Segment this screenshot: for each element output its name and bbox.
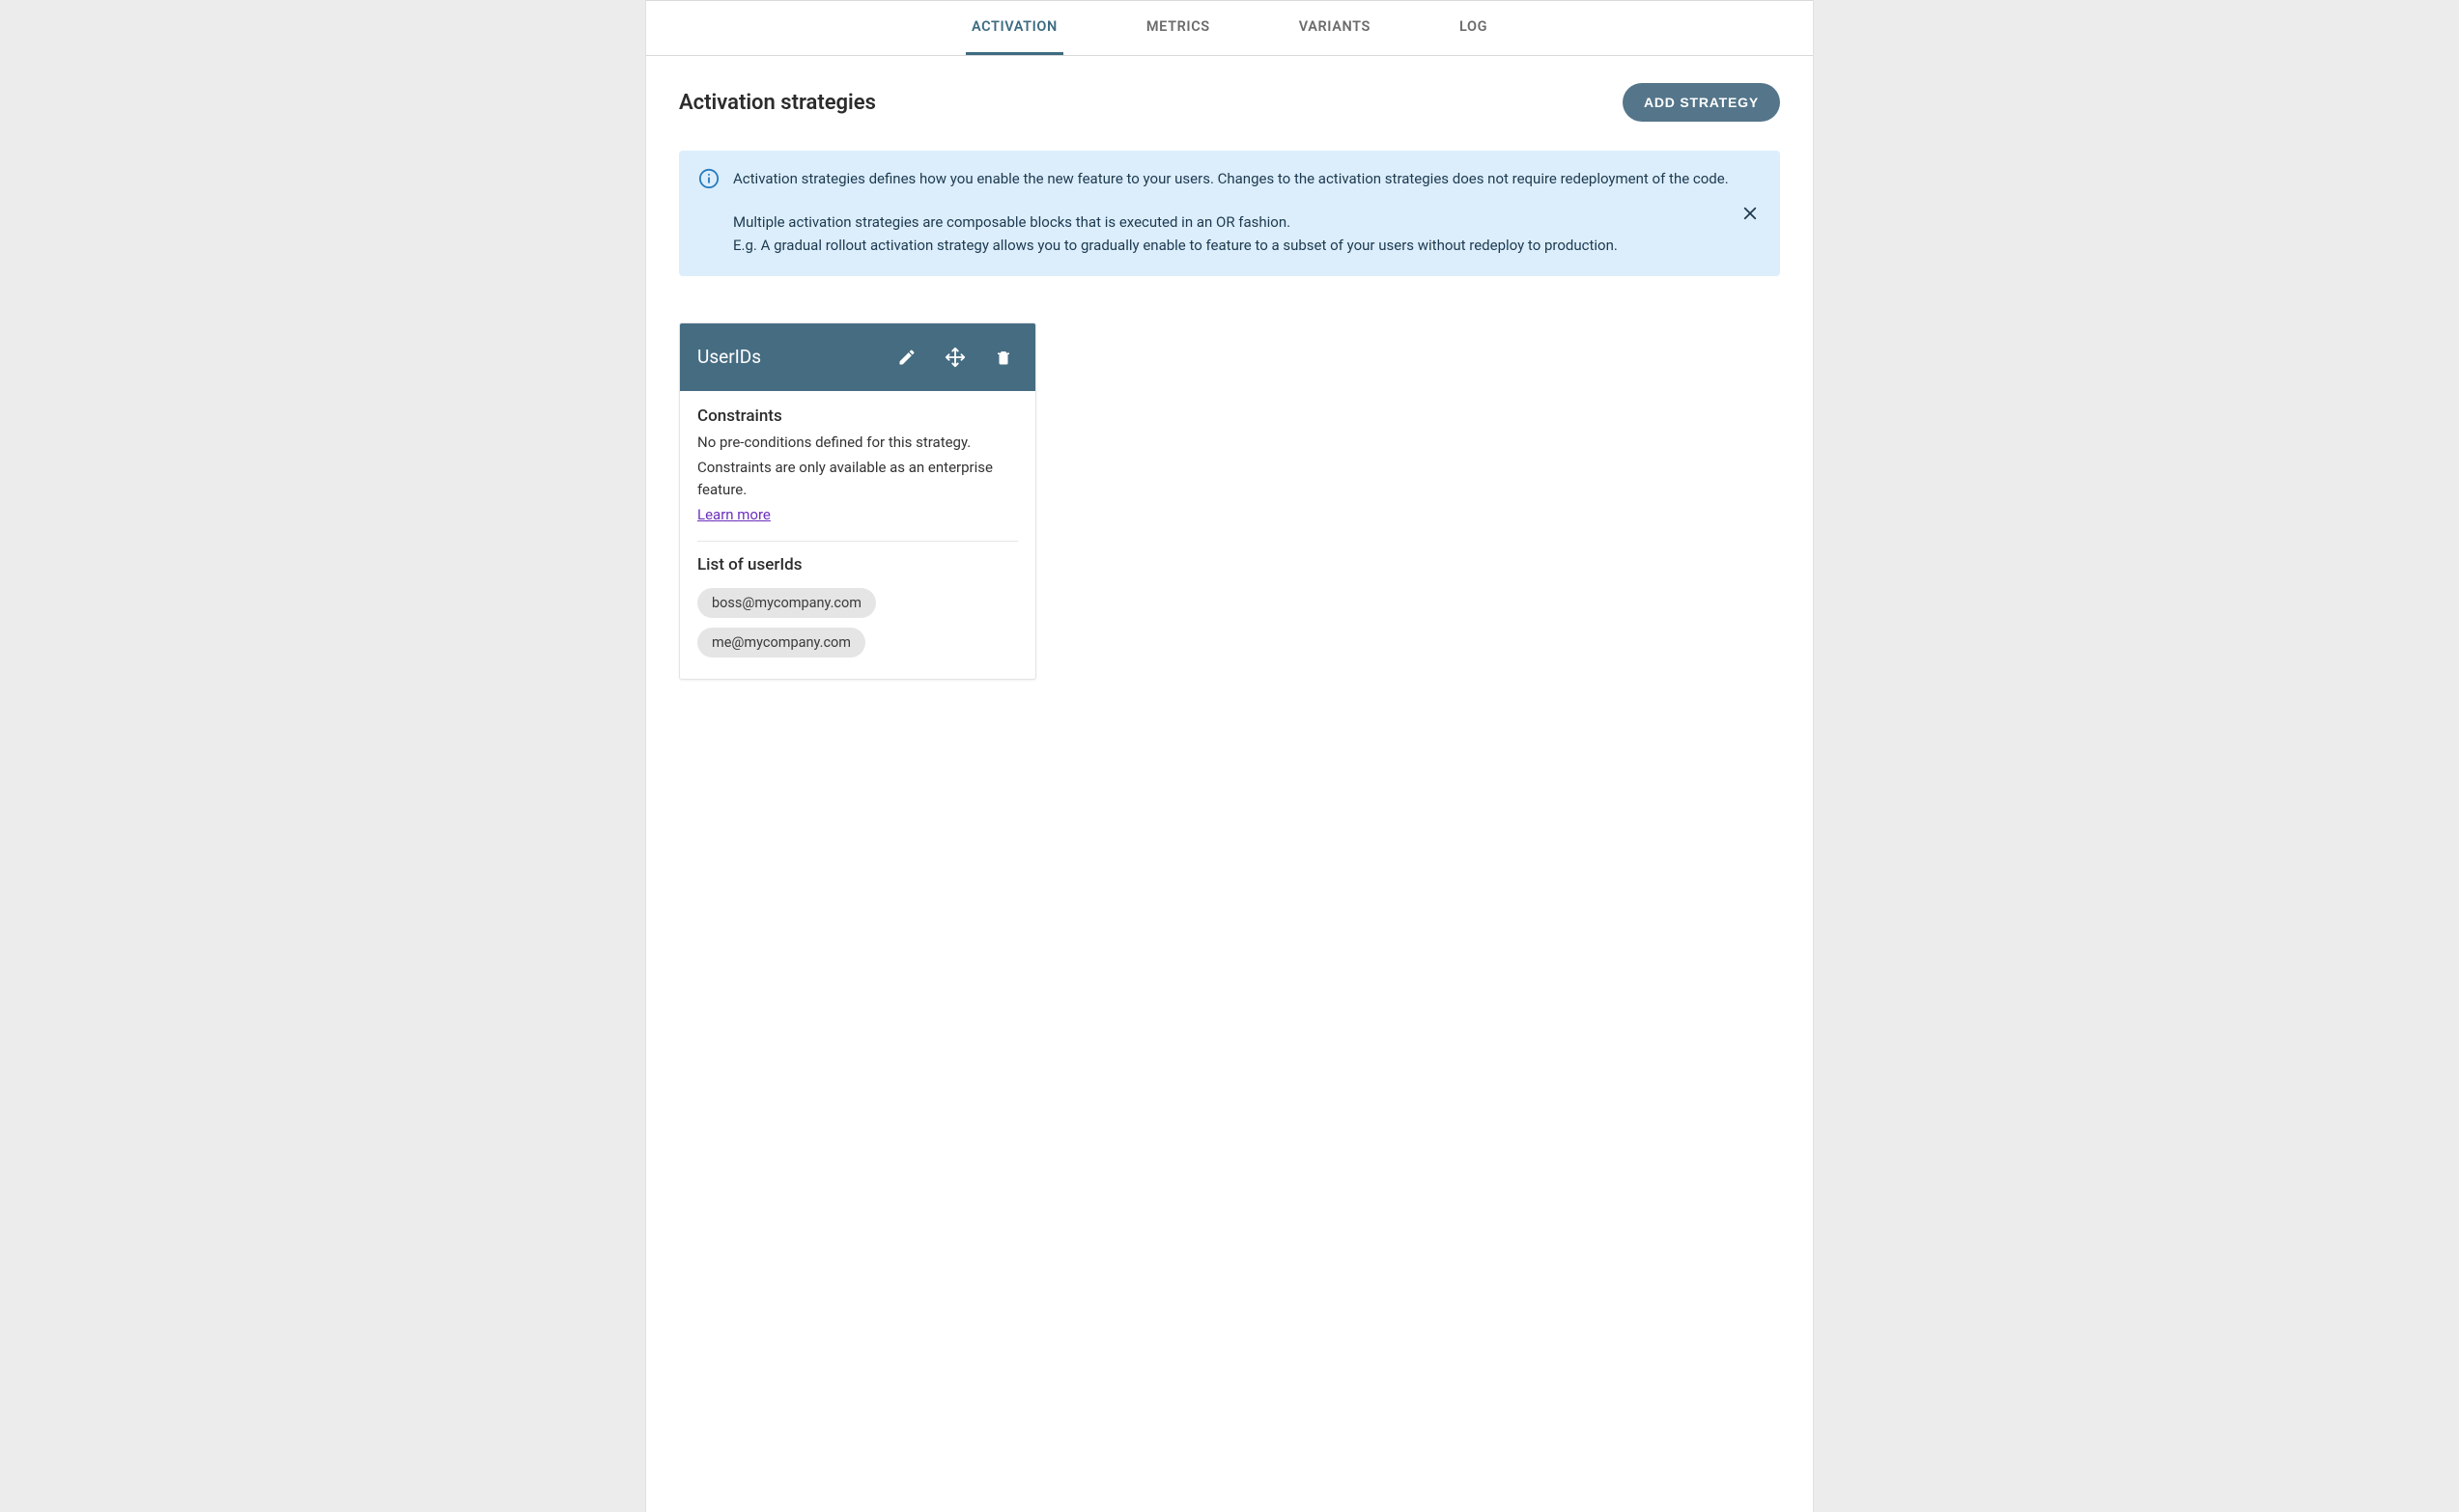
tab-metrics[interactable]: METRICS (1141, 1, 1216, 55)
info-paragraph-1: Activation strategies defines how you en… (733, 168, 1732, 190)
add-strategy-button[interactable]: ADD STRATEGY (1623, 83, 1780, 122)
constraints-none-text: No pre-conditions defined for this strat… (697, 432, 1018, 454)
info-paragraph-3: E.g. A gradual rollout activation strate… (733, 235, 1732, 257)
edit-icon[interactable] (892, 343, 921, 372)
strategy-card-userids: UserIDs (679, 322, 1036, 681)
userids-chip-list: boss@mycompany.com me@mycompany.com (697, 588, 1018, 658)
userids-heading: List of userIds (697, 555, 1018, 574)
divider (697, 541, 1018, 542)
tab-activation[interactable]: ACTIVATION (966, 1, 1063, 55)
strategy-card-title: UserIDs (697, 346, 761, 368)
userid-chip: boss@mycompany.com (697, 588, 876, 618)
page-container: ACTIVATION METRICS VARIANTS LOG Activati… (645, 0, 1814, 1512)
delete-icon[interactable] (989, 343, 1018, 372)
constraints-heading: Constraints (697, 406, 1018, 426)
strategy-card-header: UserIDs (680, 323, 1035, 391)
title-row: Activation strategies ADD STRATEGY (679, 83, 1780, 122)
strategy-card-body: Constraints No pre-conditions defined fo… (680, 391, 1035, 680)
info-paragraph-2: Multiple activation strategies are compo… (733, 211, 1732, 234)
close-icon[interactable] (1736, 199, 1765, 228)
learn-more-link[interactable]: Learn more (697, 506, 771, 523)
tab-log[interactable]: LOG (1454, 1, 1493, 55)
tab-variants[interactable]: VARIANTS (1293, 1, 1376, 55)
constraints-enterprise-text: Constraints are only available as an ent… (697, 457, 1018, 500)
userid-chip: me@mycompany.com (697, 628, 865, 658)
info-alert: Activation strategies defines how you en… (679, 151, 1780, 276)
content-area: Activation strategies ADD STRATEGY Activ… (646, 56, 1813, 738)
move-icon[interactable] (941, 343, 970, 372)
info-icon (698, 168, 720, 189)
page-title: Activation strategies (679, 91, 876, 115)
tabs-bar: ACTIVATION METRICS VARIANTS LOG (646, 0, 1813, 56)
